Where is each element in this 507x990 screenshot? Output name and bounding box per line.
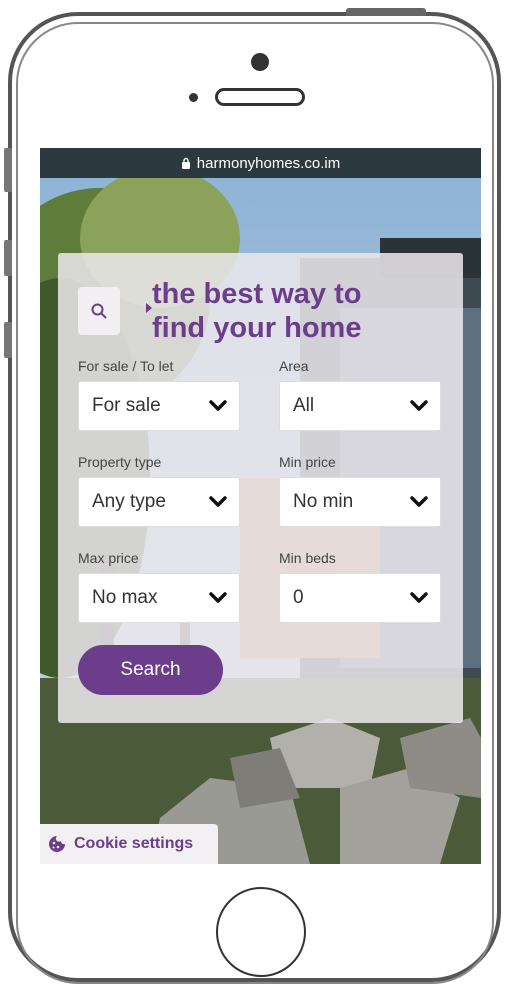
volume-down-button bbox=[4, 322, 12, 358]
min-price-value: No min bbox=[293, 491, 354, 512]
chevron-down-icon bbox=[209, 400, 227, 411]
url-text: harmonyhomes.co.im bbox=[196, 154, 341, 172]
volume-up-button bbox=[4, 240, 12, 276]
min-price-select[interactable]: No min bbox=[279, 477, 441, 527]
max-price-label: Max price bbox=[78, 550, 139, 566]
max-price-value: No max bbox=[92, 587, 158, 608]
min-beds-value: 0 bbox=[293, 587, 304, 608]
hero-heading-line1: the best way to bbox=[152, 278, 362, 310]
property-type-value: Any type bbox=[92, 491, 166, 512]
chevron-down-icon bbox=[410, 400, 428, 411]
browser-url-bar[interactable]: harmonyhomes.co.im bbox=[40, 148, 481, 178]
hero-heading: the best way to find your home bbox=[152, 277, 452, 345]
sale-type-select[interactable]: For sale bbox=[78, 381, 240, 431]
area-select[interactable]: All bbox=[279, 381, 441, 431]
front-camera bbox=[251, 53, 269, 71]
mute-switch bbox=[4, 148, 12, 192]
search-button[interactable]: Search bbox=[78, 645, 223, 695]
power-button bbox=[346, 8, 426, 16]
area-value: All bbox=[293, 395, 315, 416]
search-icon bbox=[91, 303, 107, 319]
chevron-down-icon bbox=[209, 496, 227, 507]
area-label: Area bbox=[279, 358, 309, 374]
home-button[interactable] bbox=[216, 887, 306, 977]
sale-type-value: For sale bbox=[92, 395, 161, 416]
chevron-down-icon bbox=[410, 592, 428, 603]
sale-type-label: For sale / To let bbox=[78, 358, 174, 374]
chevron-down-icon bbox=[410, 496, 428, 507]
min-beds-label: Min beds bbox=[279, 550, 336, 566]
max-price-select[interactable]: No max bbox=[78, 573, 240, 623]
cookie-settings-label: Cookie settings bbox=[74, 835, 194, 852]
phone-screen: harmonyhomes.co.im the best way to find … bbox=[40, 148, 481, 864]
min-price-label: Min price bbox=[279, 454, 336, 470]
hero-heading-line2: find your home bbox=[152, 312, 362, 344]
proximity-sensor bbox=[189, 93, 198, 102]
min-beds-select[interactable]: 0 bbox=[279, 573, 441, 623]
lock-icon bbox=[181, 157, 190, 169]
cookie-settings-button[interactable]: Cookie settings bbox=[40, 824, 218, 864]
earpiece-speaker bbox=[215, 88, 305, 106]
cookie-icon bbox=[49, 836, 65, 852]
search-toggle-button[interactable] bbox=[78, 287, 120, 335]
property-type-label: Property type bbox=[78, 454, 162, 470]
chevron-down-icon bbox=[209, 592, 227, 603]
search-panel: the best way to find your home For sale … bbox=[58, 253, 463, 723]
property-type-select[interactable]: Any type bbox=[78, 477, 240, 527]
